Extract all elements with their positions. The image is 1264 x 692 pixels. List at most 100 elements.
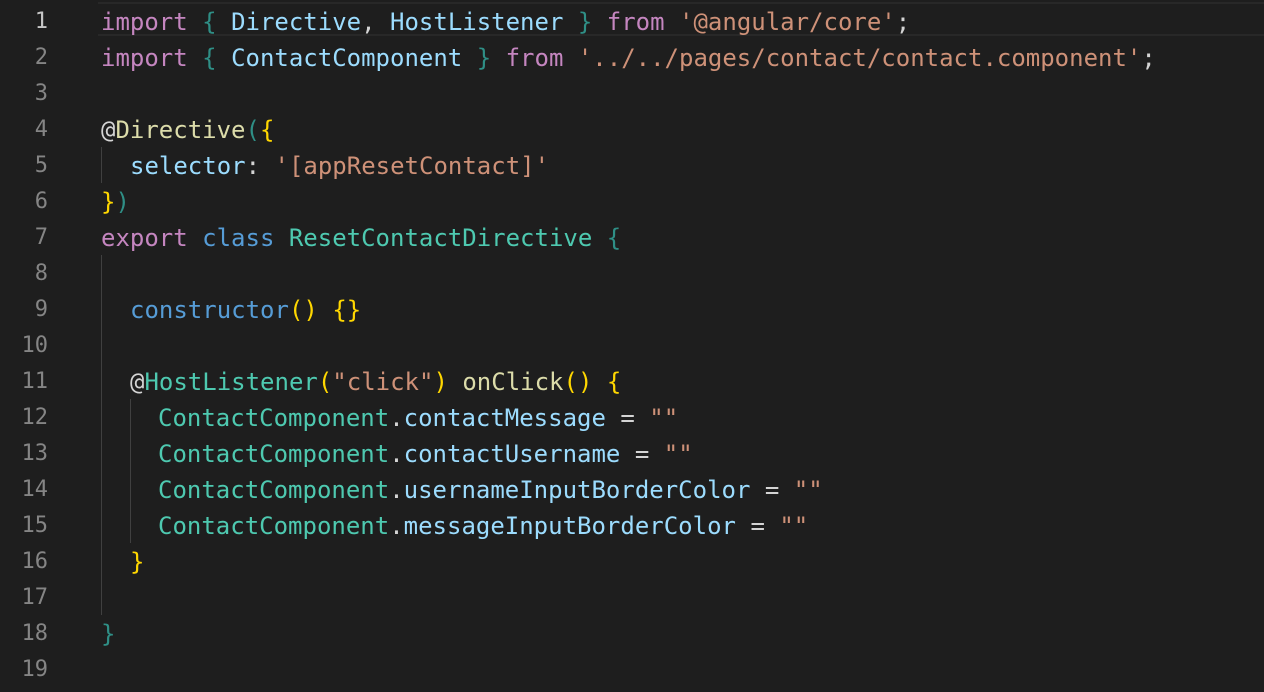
line-number: 9 (34, 297, 48, 322)
code-line-13[interactable]: 13 ContactComponent.contactUsername = "" (0, 436, 1264, 472)
line-number: 19 (21, 657, 49, 682)
paren: ) (433, 368, 448, 396)
dot: . (389, 512, 404, 540)
keyword-import: import (101, 8, 188, 36)
code-text: ContactComponent.contactMessage = "" (158, 400, 678, 436)
line-number: 1 (34, 9, 48, 34)
property: contactMessage (403, 404, 606, 432)
line-number: 18 (21, 621, 49, 646)
identifier: Directive (231, 8, 362, 36)
line-number: 16 (21, 549, 49, 574)
code-line-5[interactable]: 5 selector: '[appResetContact]' (0, 148, 1264, 184)
line-number: 8 (34, 261, 48, 286)
line-number: 14 (21, 477, 49, 502)
line-number: 5 (34, 153, 48, 178)
code-line-16[interactable]: 16 } (0, 544, 1264, 580)
string-literal: "" (649, 404, 679, 432)
string-literal: "click" (332, 368, 434, 396)
code-line-18[interactable]: 18 } (0, 616, 1264, 652)
equals: = (634, 440, 650, 468)
code-line-12[interactable]: 12 ContactComponent.contactMessage = "" (0, 400, 1264, 436)
keyword-import: import (101, 44, 188, 72)
line-number: 17 (21, 585, 49, 610)
identifier: HostListener (390, 8, 564, 36)
code-editor[interactable]: 1 import { Directive, HostListener } fro… (0, 0, 1264, 692)
brace: { (606, 368, 622, 396)
code-line-1[interactable]: 1 import { Directive, HostListener } fro… (0, 2, 1264, 40)
code-text: } (101, 616, 115, 652)
brace: { (606, 224, 622, 252)
class-ref: ContactComponent (158, 404, 390, 432)
decorator-name: Directive (115, 116, 246, 144)
class-name: ResetContactDirective (288, 224, 593, 252)
decorator-at: @ (130, 368, 145, 396)
property-key: selector (130, 152, 246, 180)
line-number: 15 (21, 513, 49, 538)
class-ref: ContactComponent (158, 476, 390, 504)
code-line-19[interactable]: 19 (0, 652, 1264, 688)
code-text: ContactComponent.usernameInputBorderColo… (158, 472, 823, 508)
paren: ( (317, 368, 333, 396)
brace: } (101, 620, 116, 648)
property: usernameInputBorderColor (403, 476, 751, 504)
code-line-4[interactable]: 4 @Directive({ (0, 112, 1264, 148)
brace: { (202, 44, 217, 72)
braces: {} (332, 296, 362, 324)
code-line-17[interactable]: 17 (0, 580, 1264, 616)
code-text: export class ResetContactDirective { (101, 220, 621, 256)
code-text: ContactComponent.messageInputBorderColor… (158, 508, 808, 544)
decorator-at: @ (101, 116, 116, 144)
code-text: import { Directive, HostListener } from … (101, 4, 910, 40)
code-line-8[interactable]: 8 (0, 256, 1264, 292)
line-number: 4 (34, 117, 48, 142)
line-number: 7 (34, 225, 48, 250)
code-line-2[interactable]: 2 import { ContactComponent } from '../.… (0, 40, 1264, 76)
identifier: ContactComponent (231, 44, 463, 72)
keyword-class: class (202, 224, 275, 252)
line-number: 6 (34, 189, 48, 214)
code-line-6[interactable]: 6 }) (0, 184, 1264, 220)
code-line-10[interactable]: 10 (0, 328, 1264, 364)
brace: } (130, 548, 145, 576)
code-text: }) (101, 184, 130, 220)
method-name: onClick (462, 368, 564, 396)
equals: = (764, 476, 780, 504)
property: messageInputBorderColor (403, 512, 736, 540)
brace: } (101, 188, 116, 216)
code-text: @Directive({ (101, 112, 274, 148)
code-text: } (130, 544, 144, 580)
equals: = (620, 404, 635, 432)
dot: . (389, 476, 404, 504)
code-text: ContactComponent.contactUsername = "" (158, 436, 693, 472)
code-line-11[interactable]: 11 @HostListener("click") onClick() { (0, 364, 1264, 400)
keyword-from: from (606, 8, 665, 36)
code-line-15[interactable]: 15 ContactComponent.messageInputBorderCo… (0, 508, 1264, 544)
keyword-export: export (101, 224, 188, 252)
code-text: constructor() {} (130, 292, 361, 328)
code-text: @HostListener("click") onClick() { (130, 364, 621, 400)
line-number: 12 (21, 405, 49, 430)
string-literal: "" (793, 476, 823, 504)
semicolon: ; (895, 8, 911, 36)
brace: } (476, 44, 492, 72)
line-number: 11 (21, 369, 49, 394)
line-number: 10 (21, 333, 49, 358)
line-number: 2 (34, 45, 48, 70)
parens: () (288, 296, 318, 324)
constructor-keyword: constructor (130, 296, 289, 324)
parens: () (563, 368, 593, 396)
string-literal: "" (779, 512, 809, 540)
semicolon: ; (1141, 44, 1156, 72)
code-line-7[interactable]: 7 export class ResetContactDirective { (0, 220, 1264, 256)
brace: { (202, 8, 217, 36)
property: contactUsername (403, 440, 621, 468)
code-text: import { ContactComponent } from '../../… (101, 40, 1156, 76)
code-line-3[interactable]: 3 (0, 76, 1264, 112)
equals: = (750, 512, 765, 540)
line-number: 13 (21, 441, 49, 466)
brace: } (577, 8, 593, 36)
keyword-from: from (505, 44, 564, 72)
code-line-9[interactable]: 9 constructor() {} (0, 292, 1264, 328)
string-literal: "" (663, 440, 693, 468)
code-line-14[interactable]: 14 ContactComponent.usernameInputBorderC… (0, 472, 1264, 508)
